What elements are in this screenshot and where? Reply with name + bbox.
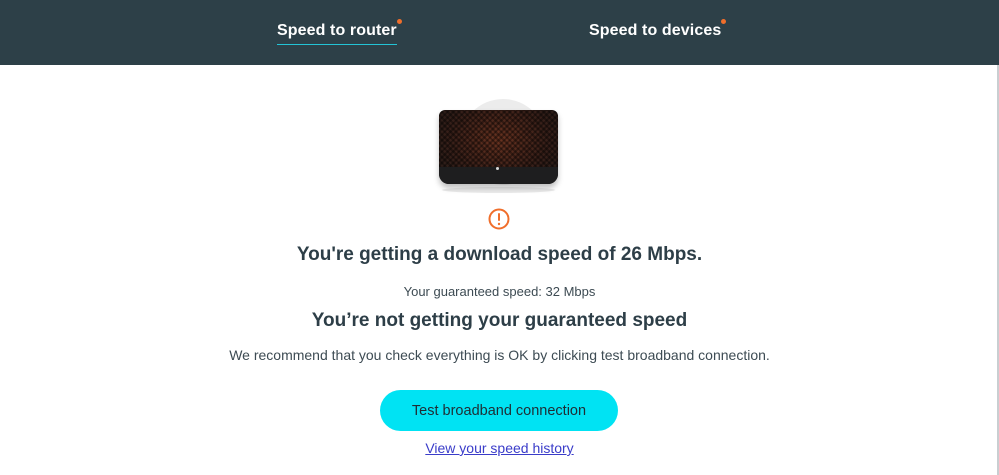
download-speed-headline: You're getting a download speed of 26 Mb… [296,244,703,265]
router-image [430,97,570,197]
test-broadband-connection-button[interactable]: Test broadband connection [380,390,618,431]
guaranteed-speed-text: Your guaranteed speed: 32 Mbps [403,284,596,299]
router-shadow [442,187,555,193]
tab-speed-to-router-label: Speed to router [277,22,397,39]
tab-speed-to-router[interactable]: Speed to router [277,19,402,45]
warning-icon [488,208,510,230]
notification-dot-icon [721,19,727,24]
not-guaranteed-subhead: You’re not getting your guaranteed speed [311,310,688,331]
top-navigation-bar: Speed to router Speed to devices [0,0,999,65]
tab-speed-to-devices-label: Speed to devices [589,22,722,39]
notification-dot-icon [396,19,402,24]
tab-speed-to-devices[interactable]: Speed to devices [589,19,727,40]
view-speed-history-link[interactable]: View your speed history [0,440,999,456]
active-tab-underline [277,43,397,45]
router-status-light [496,167,499,170]
recommendation-text: We recommend that you check everything i… [229,347,770,363]
